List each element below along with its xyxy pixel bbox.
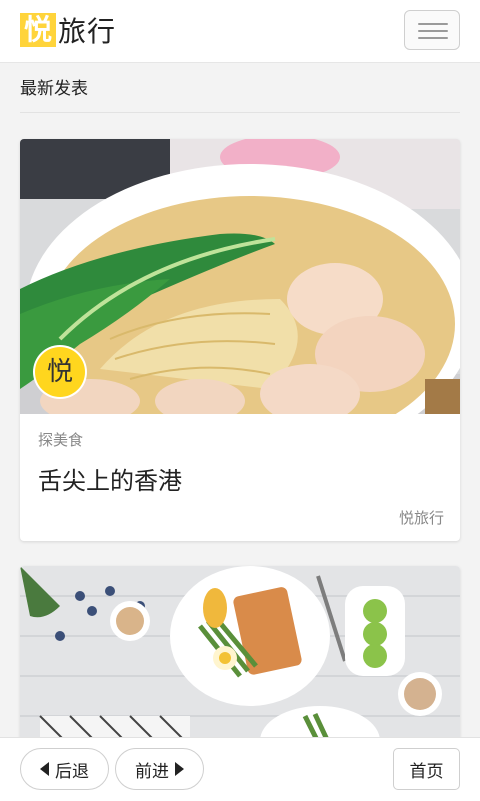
bottom-navigation: 后退 前进 首页 bbox=[0, 737, 480, 801]
breakfast-table-photo[interactable] bbox=[20, 566, 460, 746]
post-card[interactable] bbox=[20, 566, 460, 746]
forward-label: 前进 bbox=[135, 761, 169, 782]
post-title[interactable]: 舌尖上的香港 bbox=[38, 461, 182, 496]
noodle-soup-photo[interactable] bbox=[20, 139, 460, 414]
forward-button[interactable]: 前进 bbox=[115, 748, 204, 790]
menu-button[interactable] bbox=[404, 10, 460, 50]
home-button[interactable]: 首页 bbox=[393, 748, 460, 790]
logo-text: 旅行 bbox=[58, 15, 117, 48]
back-label: 后退 bbox=[55, 761, 89, 782]
logo-mark: 悦 bbox=[20, 13, 56, 47]
post-card[interactable]: 悦 探美食 舌尖上的香港 悦旅行 bbox=[20, 139, 460, 541]
post-category[interactable]: 探美食 bbox=[38, 429, 83, 450]
section-divider bbox=[20, 112, 460, 113]
chevron-right-icon bbox=[175, 762, 184, 776]
brand-badge: 悦 bbox=[35, 347, 85, 397]
post-author: 悦旅行 bbox=[398, 509, 444, 527]
back-button[interactable]: 后退 bbox=[20, 748, 109, 790]
home-label: 首页 bbox=[409, 761, 444, 782]
section-title: 最新发表 bbox=[20, 79, 88, 99]
app-logo[interactable]: 悦 旅行 bbox=[20, 12, 116, 48]
chevron-left-icon bbox=[40, 762, 49, 776]
top-navbar: 悦 旅行 bbox=[0, 0, 480, 63]
